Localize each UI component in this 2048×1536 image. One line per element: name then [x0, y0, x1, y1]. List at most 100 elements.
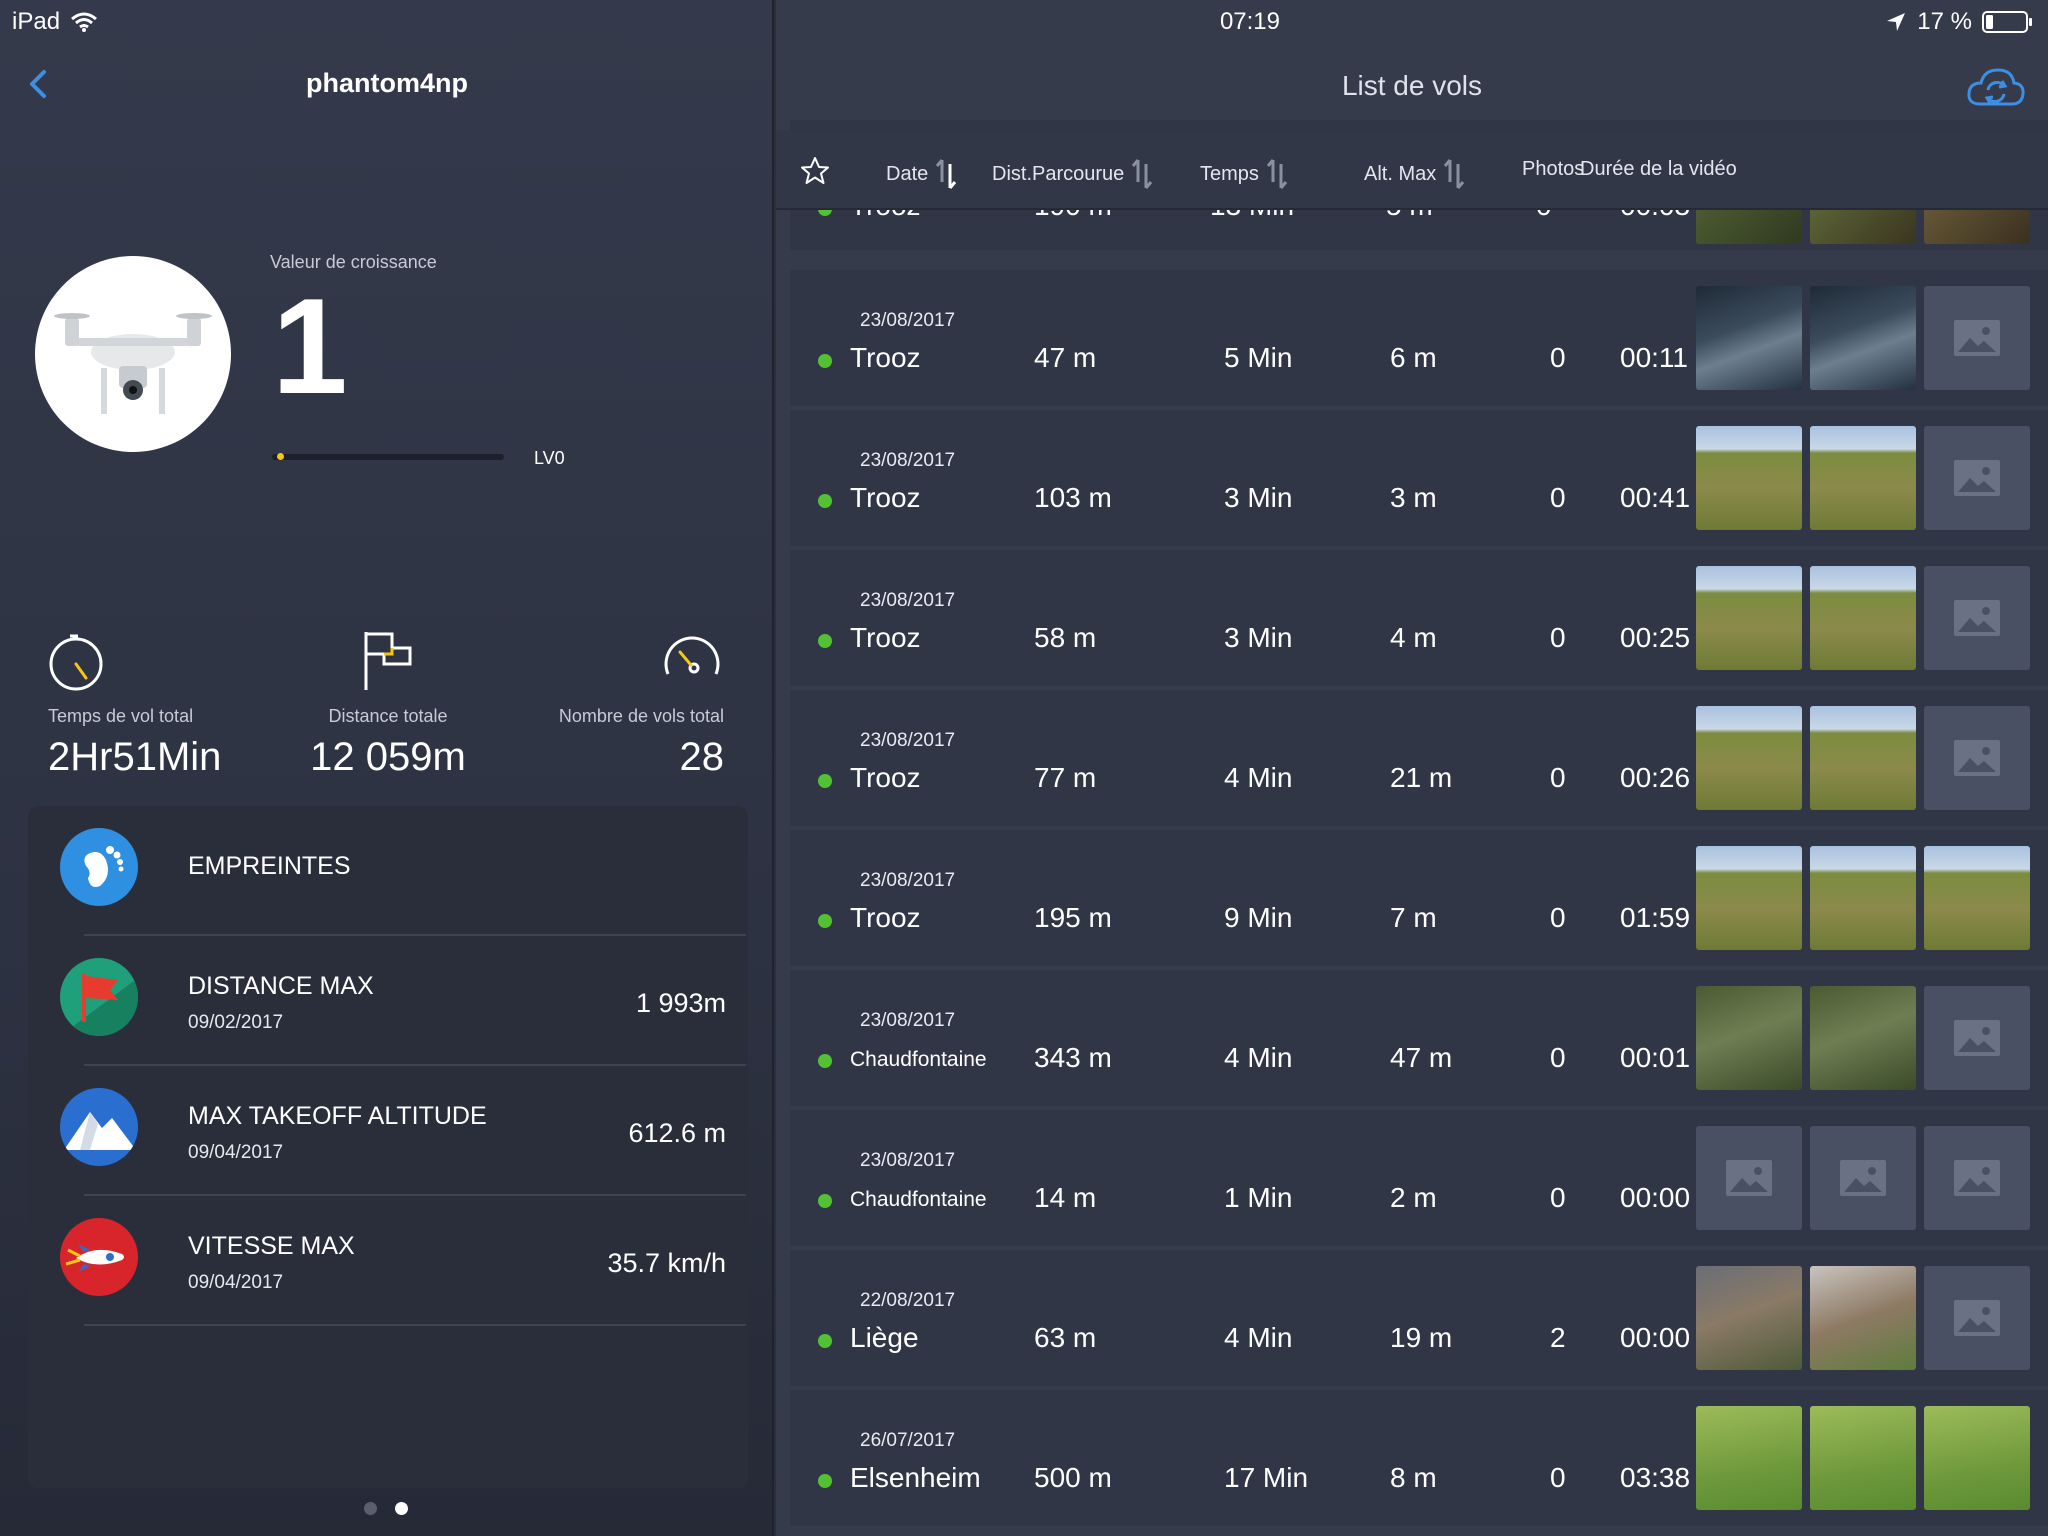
- thumbnail-placeholder[interactable]: [1696, 1126, 1802, 1230]
- location-arrow-icon: [1887, 13, 1906, 31]
- flight-row[interactable]: 23/08/2017 Trooz 47 m 5 Min 6 m 0 00:11: [790, 270, 2048, 406]
- sort-distance[interactable]: Dist.Parcourue: [992, 158, 1154, 190]
- cloud-sync-icon[interactable]: [1966, 64, 2026, 110]
- page-indicator[interactable]: [364, 1502, 408, 1515]
- flight-thumbnail[interactable]: [1696, 426, 1802, 530]
- record-max-altitude[interactable]: MAX TAKEOFF ALTITUDE 09/04/2017 612.6 m: [56, 1066, 746, 1196]
- stopwatch-icon: [49, 634, 103, 691]
- flight-row[interactable]: 23/08/2017 Trooz 195 m 9 Min 7 m 0 01:59: [790, 830, 2048, 966]
- gps-status-dot: [818, 1054, 832, 1068]
- flight-thumbnail[interactable]: [1810, 566, 1916, 670]
- image-placeholder-icon: [1954, 320, 2000, 356]
- thumbnail-placeholder[interactable]: [1924, 1126, 2030, 1230]
- flight-row[interactable]: 23/08/2017 Trooz 58 m 3 Min 4 m 0 00:25: [790, 550, 2048, 686]
- flight-video-duration: 00:41: [1620, 482, 1691, 513]
- flight-altitude: 21 m: [1390, 762, 1453, 793]
- gps-status-dot: [818, 1194, 832, 1208]
- flight-thumbnail[interactable]: [1696, 706, 1802, 810]
- flight-duration: 5 Min: [1224, 342, 1293, 373]
- record-footprints[interactable]: EMPREINTES: [56, 806, 746, 936]
- flight-thumbnail[interactable]: [1696, 286, 1802, 390]
- record-distance-max[interactable]: DISTANCE MAX 09/02/2017 1 993m: [56, 936, 746, 1066]
- flight-thumbnail[interactable]: [1696, 1406, 1802, 1510]
- status-time: 07:19: [1219, 8, 1280, 35]
- image-placeholder-icon: [1954, 600, 2000, 636]
- thumbnail-placeholder[interactable]: [1924, 706, 2030, 810]
- flight-video-duration: 01:59: [1620, 902, 1691, 933]
- flight-altitude: 2 m: [1390, 1182, 1437, 1213]
- flight-distance: 103 m: [1034, 482, 1112, 513]
- sort-altitude[interactable]: Alt. Max: [1364, 158, 1466, 190]
- rocket-icon: [60, 1218, 138, 1296]
- thumbnail-placeholder[interactable]: [1924, 1266, 2030, 1370]
- flight-duration: 1 Min: [1224, 1182, 1293, 1213]
- page-dot[interactable]: [364, 1502, 377, 1515]
- sort-icon: [1132, 159, 1153, 189]
- divider: [84, 1324, 746, 1326]
- flight-place: Elsenheim: [850, 1462, 981, 1493]
- flight-duration: 9 Min: [1224, 902, 1293, 933]
- thumbnail-placeholder[interactable]: [1924, 986, 2030, 1090]
- flight-video-duration: 00:00: [1620, 1322, 1691, 1353]
- image-placeholder-icon: [1954, 740, 2000, 776]
- growth-value: 1: [272, 270, 348, 422]
- flight-date: 23/08/2017: [860, 870, 956, 891]
- flight-list-panel: 07:19 17 % List de vols Date Dist.Parcou…: [776, 0, 2048, 1536]
- flight-distance: 500 m: [1034, 1462, 1112, 1493]
- flight-date: 26/07/2017: [860, 1430, 956, 1451]
- thumbnail-placeholder[interactable]: [1924, 286, 2030, 390]
- flight-photos: 0: [1550, 342, 1566, 373]
- thumbnail-placeholder[interactable]: [1924, 426, 2030, 530]
- flight-distance: 343 m: [1034, 1042, 1112, 1073]
- flight-place: Trooz: [850, 902, 921, 933]
- image-placeholder-icon: [1726, 1160, 1772, 1196]
- flight-photos: 0: [1550, 622, 1566, 653]
- flight-thumbnail[interactable]: [1696, 1266, 1802, 1370]
- flight-row[interactable]: 23/08/2017 Trooz 103 m 3 Min 3 m 0 00:41: [790, 410, 2048, 546]
- flight-row[interactable]: 22/08/2017 Liège 63 m 4 Min 19 m 2 00:00: [790, 1250, 2048, 1386]
- flight-video-duration: 03:38: [1620, 1462, 1691, 1493]
- flight-row[interactable]: 23/08/2017 Chaudfontaine 343 m 4 Min 47 m 0 00…: [790, 970, 2048, 1106]
- header-time-label: Temps: [1200, 162, 1259, 185]
- flight-thumbnail[interactable]: [1696, 566, 1802, 670]
- flight-thumbnail[interactable]: [1810, 986, 1916, 1090]
- flight-altitude: 4 m: [1390, 622, 1437, 653]
- flight-thumbnail[interactable]: [1810, 426, 1916, 530]
- flight-thumbnail[interactable]: [1810, 706, 1916, 810]
- drone-icon: [54, 313, 212, 414]
- flight-duration: 4 Min: [1224, 1322, 1293, 1353]
- flight-row[interactable]: 23/08/2017 Chaudfontaine 14 m 1 Min 2 m 0 00:0…: [790, 1110, 2048, 1246]
- record-title: VITESSE MAX: [188, 1232, 355, 1260]
- star-icon[interactable]: [800, 156, 830, 186]
- flight-thumbnail[interactable]: [1810, 846, 1916, 950]
- flight-photos: 0: [1550, 1182, 1566, 1213]
- thumbnail-placeholder[interactable]: [1810, 1126, 1916, 1230]
- flight-thumbnail[interactable]: [1696, 986, 1802, 1090]
- flight-row[interactable]: 26/07/2017 Elsenheim 500 m 17 Min 8 m 0 03:38: [790, 1390, 2048, 1526]
- flight-thumbnail[interactable]: [1810, 1266, 1916, 1370]
- flight-duration: 4 Min: [1224, 762, 1293, 793]
- flight-distance: 47 m: [1034, 342, 1097, 373]
- sort-time[interactable]: Temps: [1200, 158, 1289, 190]
- image-placeholder-icon: [1954, 1160, 2000, 1196]
- stat-label: Temps de vol total: [48, 706, 194, 726]
- flight-altitude: 7 m: [1390, 902, 1437, 933]
- flight-altitude: 8 m: [1390, 1462, 1437, 1493]
- flight-row[interactable]: 23/08/2017 Trooz 77 m 4 Min 21 m 0 00:26: [790, 690, 2048, 826]
- flight-thumbnail[interactable]: [1696, 846, 1802, 950]
- flight-thumbnail[interactable]: [1924, 846, 2030, 950]
- stat-value: 28: [679, 735, 725, 779]
- flight-thumbnail[interactable]: [1924, 1406, 2030, 1510]
- sort-date[interactable]: Date: [886, 158, 958, 190]
- record-title: EMPREINTES: [188, 852, 351, 880]
- page-dot-active[interactable]: [395, 1502, 408, 1515]
- flight-table-header: Date Dist.Parcourue Temps Alt. Max Photo…: [776, 130, 2048, 210]
- flight-place: Trooz: [850, 622, 921, 653]
- record-max-speed[interactable]: VITESSE MAX 09/04/2017 35.7 km/h: [56, 1196, 746, 1326]
- total-distance-stat: Distance totale 12 059m: [300, 628, 476, 780]
- flight-thumbnail[interactable]: [1810, 286, 1916, 390]
- thumbnail-placeholder[interactable]: [1924, 566, 2030, 670]
- flight-date: 23/08/2017: [860, 450, 956, 471]
- flight-thumbnail[interactable]: [1810, 1406, 1916, 1510]
- speedometer-icon: [664, 636, 720, 675]
